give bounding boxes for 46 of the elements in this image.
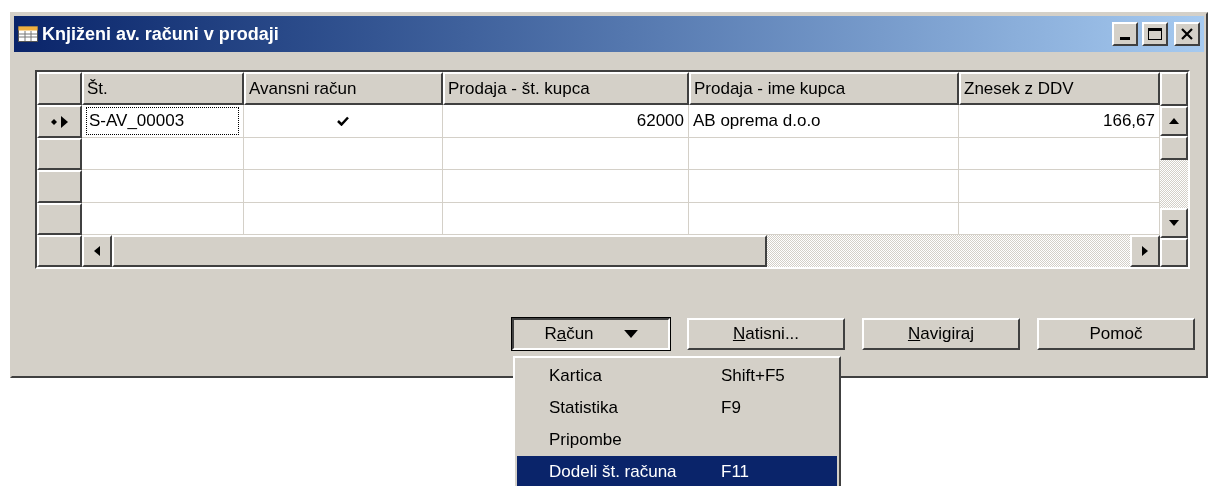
scroll-thumb[interactable] bbox=[1160, 136, 1188, 160]
column-header[interactable]: Prodaja - ime kupca bbox=[689, 72, 959, 106]
table-icon bbox=[18, 26, 38, 42]
button[interactable]: Pomoč bbox=[1037, 318, 1195, 350]
row-header[interactable] bbox=[37, 105, 82, 138]
window-title: Knjiženi av. računi v prodaji bbox=[42, 22, 279, 46]
button[interactable]: Natisni... bbox=[687, 318, 845, 350]
column-header[interactable]: Št. bbox=[82, 72, 244, 106]
scroll-thumb[interactable] bbox=[112, 235, 767, 267]
corner-header bbox=[37, 72, 82, 106]
row-header[interactable] bbox=[37, 138, 82, 171]
up-arrow-icon bbox=[1169, 118, 1179, 124]
corner-cell bbox=[1160, 72, 1188, 106]
minimize-icon bbox=[1120, 37, 1130, 40]
row-header[interactable] bbox=[37, 170, 82, 203]
maximize-button[interactable] bbox=[1142, 22, 1168, 46]
button[interactable]: Navigiraj bbox=[862, 318, 1020, 350]
minimize-button[interactable] bbox=[1112, 22, 1138, 46]
down-arrow-icon bbox=[1169, 220, 1179, 226]
table-cell: AB oprema d.o.o bbox=[689, 105, 959, 138]
left-arrow-icon bbox=[94, 246, 100, 257]
vertical-scrollbar[interactable] bbox=[1160, 106, 1188, 238]
column-header[interactable]: Prodaja - št. kupca bbox=[443, 72, 689, 106]
corner-cell bbox=[1160, 238, 1188, 267]
table-cell: 62000 bbox=[443, 105, 689, 138]
horizontal-scrollbar[interactable] bbox=[82, 235, 1160, 267]
column-header[interactable]: Znesek z DDV bbox=[959, 72, 1160, 106]
right-arrow-icon bbox=[1142, 246, 1148, 257]
close-button[interactable] bbox=[1174, 22, 1200, 46]
column-header[interactable]: Avansni račun bbox=[244, 72, 443, 106]
scroll-up-button[interactable] bbox=[1160, 106, 1188, 136]
close-icon bbox=[1181, 28, 1193, 40]
menu-item[interactable]: Pripombe bbox=[517, 424, 837, 456]
scroll-down-button[interactable] bbox=[1160, 208, 1188, 238]
dropdown-button[interactable]: Račun bbox=[512, 318, 670, 350]
scroll-left-button[interactable] bbox=[82, 235, 112, 267]
maximize-icon bbox=[1148, 28, 1162, 40]
menu-item[interactable]: Kartica Shift+F5 bbox=[517, 360, 837, 392]
menu-item[interactable]: Dodeli št. računa F11 bbox=[517, 456, 837, 486]
corner-cell bbox=[37, 235, 82, 267]
table-cell: 166,67 bbox=[959, 105, 1160, 138]
menu-item[interactable]: Statistika F9 bbox=[517, 392, 837, 424]
table-cell: S-AV_00003 bbox=[82, 105, 244, 138]
caret-icon bbox=[623, 330, 638, 338]
scroll-right-button[interactable] bbox=[1130, 235, 1160, 267]
row-header[interactable] bbox=[37, 203, 82, 236]
